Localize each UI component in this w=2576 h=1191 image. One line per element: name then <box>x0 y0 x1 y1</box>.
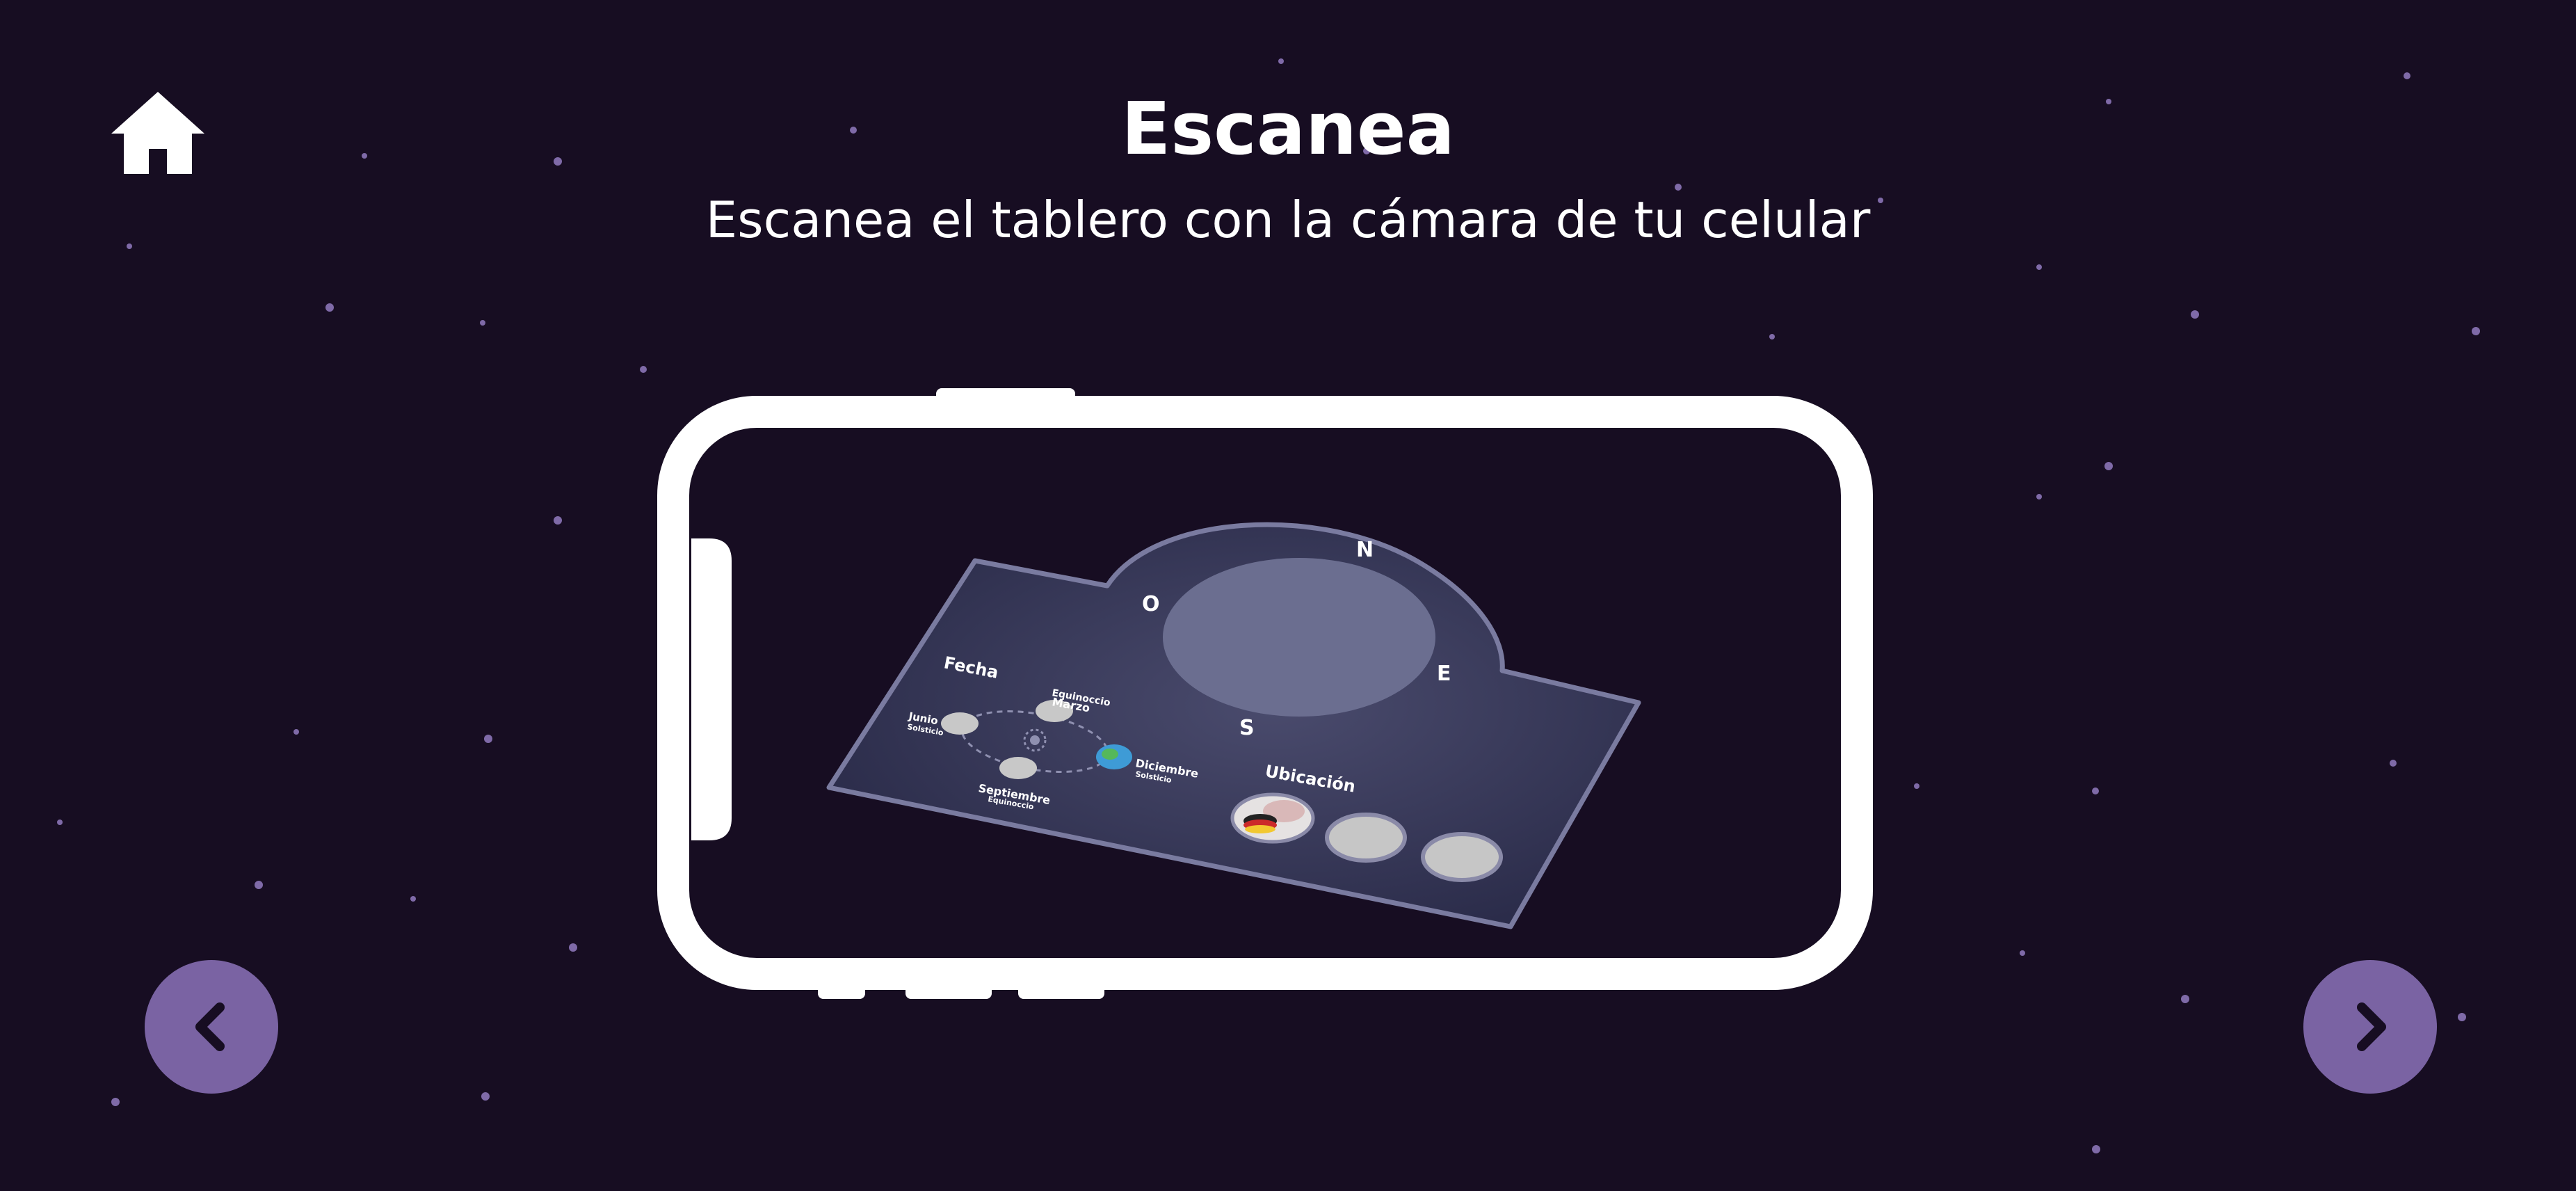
scan-board: N E S O Fecha Equinoccio Marzo Junio Sol… <box>826 522 1641 929</box>
compass-south: S <box>1239 716 1255 740</box>
next-button[interactable] <box>2303 960 2437 1094</box>
phone-notch <box>691 538 732 840</box>
planet-junio <box>941 712 979 735</box>
compass-west: O <box>1142 592 1160 616</box>
planet-septiembre <box>999 757 1037 779</box>
chevron-left-icon <box>195 1002 225 1051</box>
location-slot <box>1325 813 1407 863</box>
chevron-right-icon <box>2357 1002 2386 1051</box>
compass-north: N <box>1356 538 1374 562</box>
tutorial-screen: Escanea Escanea el tablero con la cámara… <box>0 0 2576 1191</box>
location-slot-germany <box>1230 792 1315 844</box>
location-slot <box>1421 832 1503 882</box>
phone-illustration: N E S O Fecha Equinoccio Marzo Junio Sol… <box>657 388 1873 999</box>
compass-east: E <box>1437 662 1451 686</box>
previous-button[interactable] <box>145 960 278 1094</box>
compass-dial <box>1163 558 1435 717</box>
